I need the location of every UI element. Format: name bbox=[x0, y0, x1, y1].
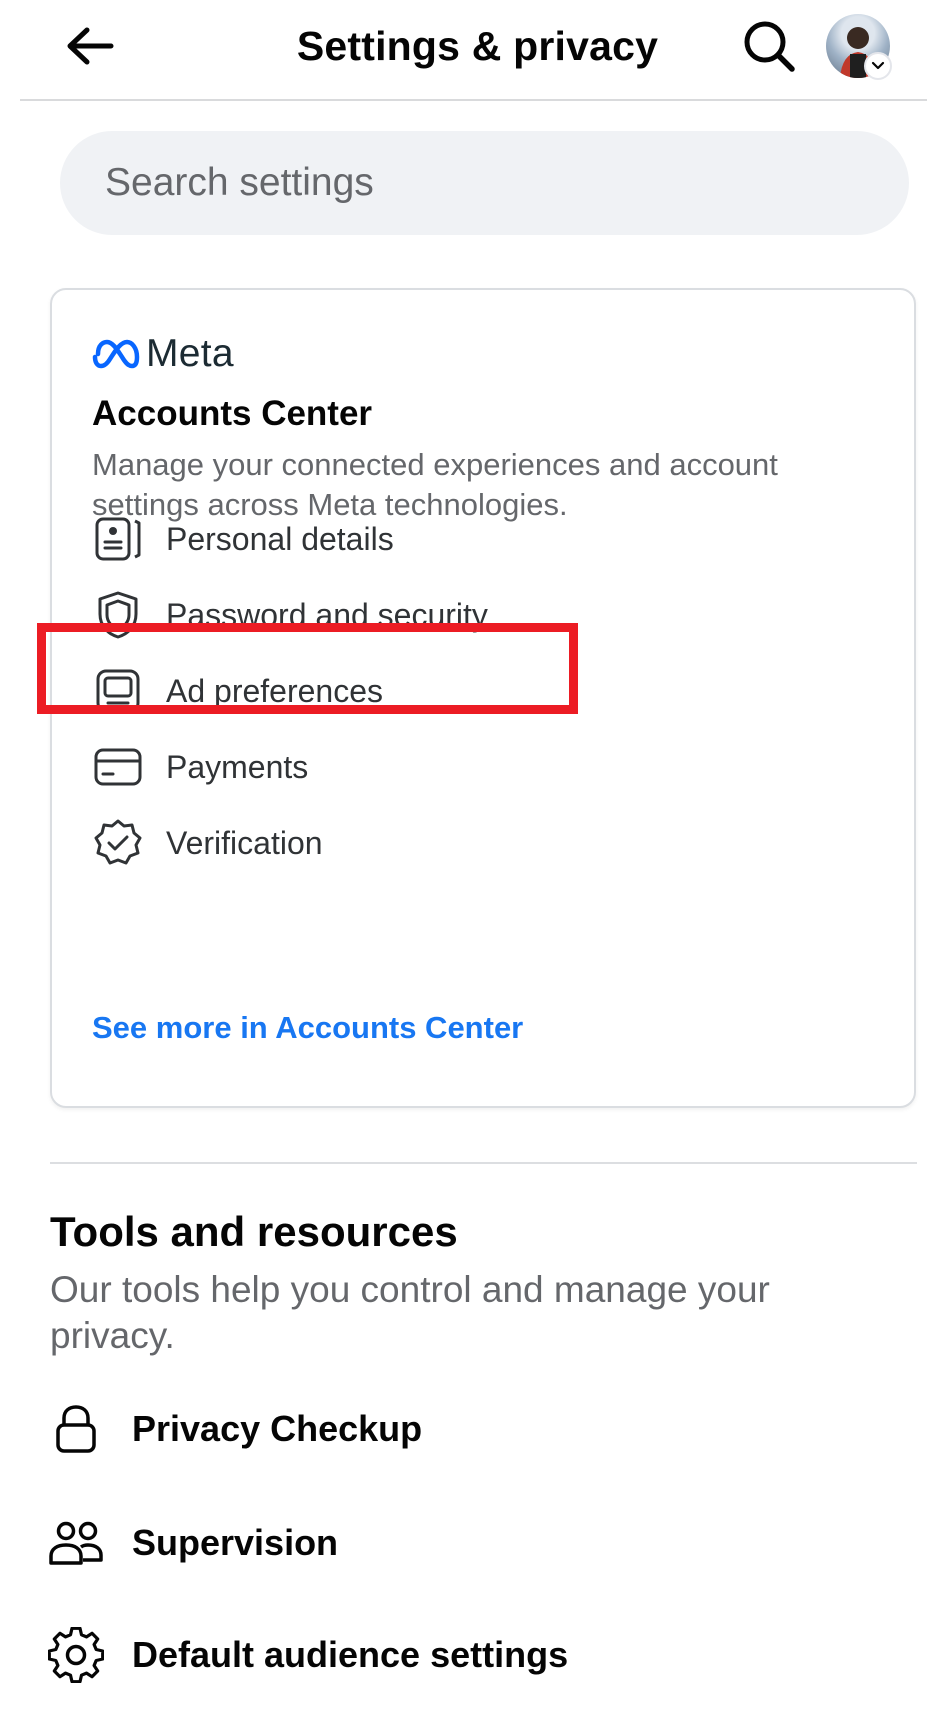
accounts-center-title: Accounts Center bbox=[92, 394, 373, 433]
section-divider bbox=[50, 1162, 917, 1164]
chevron-down-icon bbox=[864, 52, 892, 80]
header-divider bbox=[20, 99, 927, 101]
see-more-accounts-center-link[interactable]: See more in Accounts Center bbox=[92, 1008, 523, 1048]
meta-logo: Meta bbox=[92, 330, 234, 378]
monitor-icon bbox=[92, 665, 144, 717]
accounts-item-payments[interactable]: Payments bbox=[92, 735, 832, 799]
profile-avatar-button[interactable] bbox=[826, 14, 892, 80]
accounts-item-ad-preferences[interactable]: Ad preferences bbox=[92, 659, 832, 723]
accounts-item-password-security[interactable]: Password and security bbox=[92, 583, 832, 647]
meta-wordmark: Meta bbox=[146, 332, 234, 375]
accounts-item-label: Payments bbox=[166, 748, 309, 785]
search-button[interactable] bbox=[737, 16, 801, 76]
credit-card-icon bbox=[92, 741, 144, 793]
tools-item-supervision[interactable]: Supervision bbox=[48, 1507, 908, 1579]
tools-item-label: Privacy Checkup bbox=[132, 1408, 423, 1449]
tools-section-description: Our tools help you control and manage yo… bbox=[50, 1269, 770, 1356]
id-card-icon bbox=[92, 513, 144, 565]
meta-infinity-icon bbox=[92, 339, 140, 369]
accounts-item-verification[interactable]: Verification bbox=[92, 811, 832, 875]
accounts-item-label: Personal details bbox=[166, 520, 394, 557]
people-icon bbox=[48, 1515, 104, 1571]
gear-icon bbox=[48, 1627, 104, 1683]
lock-icon bbox=[48, 1401, 104, 1457]
verified-badge-icon bbox=[92, 817, 144, 869]
shield-icon bbox=[92, 589, 144, 641]
accounts-item-personal-details[interactable]: Personal details bbox=[92, 507, 832, 571]
tools-section-title: Tools and resources bbox=[50, 1208, 458, 1255]
accounts-item-label: Verification bbox=[166, 824, 323, 861]
tools-item-default-audience[interactable]: Default audience settings bbox=[48, 1619, 908, 1691]
tools-item-privacy-checkup[interactable]: Privacy Checkup bbox=[48, 1393, 908, 1465]
accounts-item-label: Ad preferences bbox=[166, 672, 384, 709]
top-bar: Settings & privacy bbox=[0, 0, 927, 101]
search-settings-field[interactable] bbox=[60, 131, 909, 235]
tools-item-label: Supervision bbox=[132, 1522, 339, 1563]
accounts-item-label: Password and security bbox=[166, 596, 488, 633]
search-input[interactable] bbox=[103, 160, 909, 206]
tools-item-label: Default audience settings bbox=[132, 1634, 569, 1675]
accounts-center-card[interactable]: Meta Accounts Center Manage your connect… bbox=[50, 288, 916, 1108]
search-icon bbox=[744, 21, 795, 72]
